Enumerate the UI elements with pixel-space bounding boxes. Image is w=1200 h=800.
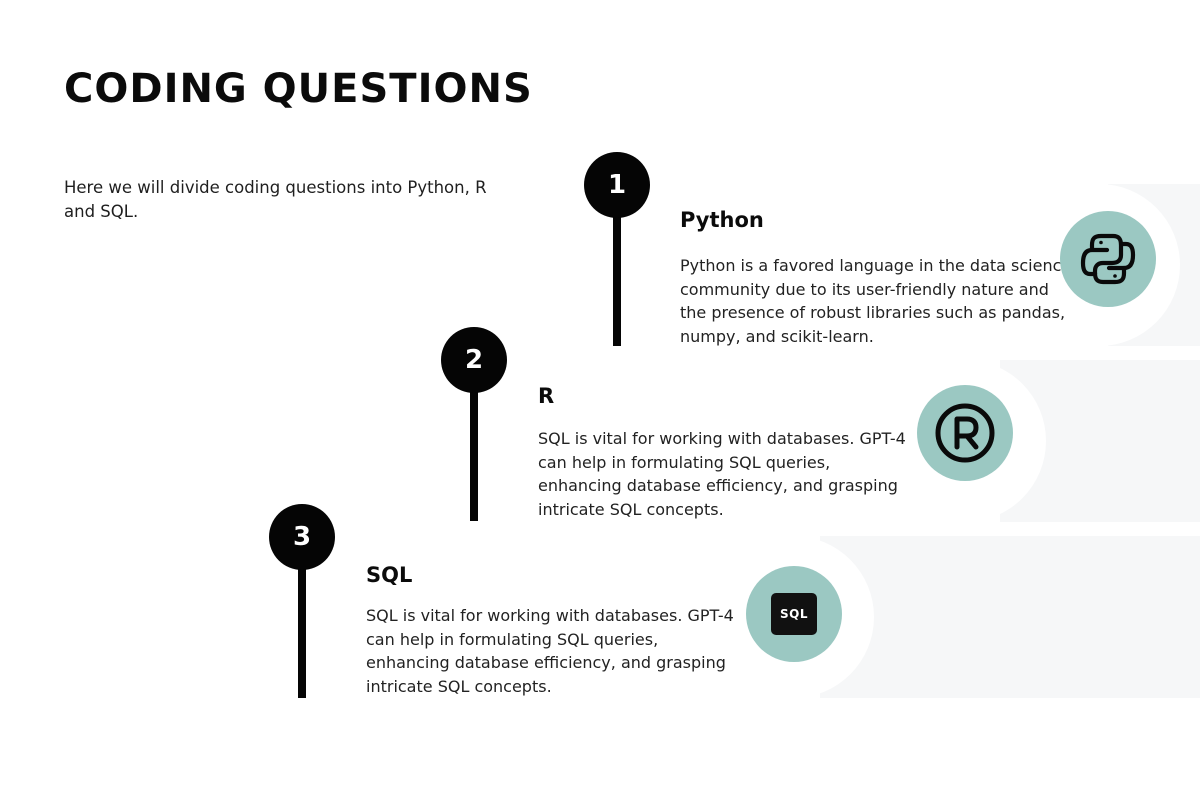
item-description: Python is a favored language in the data… [680, 256, 1072, 346]
page-title: CODING QUESTIONS [64, 66, 533, 112]
slide: CODING QUESTIONS Here we will divide cod… [0, 0, 1200, 800]
step-number: 2 [441, 327, 507, 393]
pin-stem [613, 210, 621, 346]
sql-badge: SQL [746, 566, 842, 662]
step-number: 1 [584, 152, 650, 218]
python-logo-icon [1080, 233, 1136, 285]
sql-icon-label: SQL [780, 607, 808, 621]
intro-text: Here we will divide coding questions int… [64, 178, 487, 221]
item-description: SQL is vital for working with databases.… [538, 429, 906, 519]
registered-r-icon [935, 403, 995, 463]
item-title: Python [680, 208, 764, 232]
item-description: SQL is vital for working with databases.… [366, 606, 734, 696]
item-title: SQL [366, 563, 413, 587]
python-badge [1060, 211, 1156, 307]
pin-stem [298, 562, 306, 698]
pin-stem [470, 385, 478, 521]
r-badge [917, 385, 1013, 481]
sql-icon: SQL [771, 593, 817, 635]
background-band [820, 536, 1200, 698]
item-title: R [538, 384, 555, 408]
step-number: 3 [269, 504, 335, 570]
